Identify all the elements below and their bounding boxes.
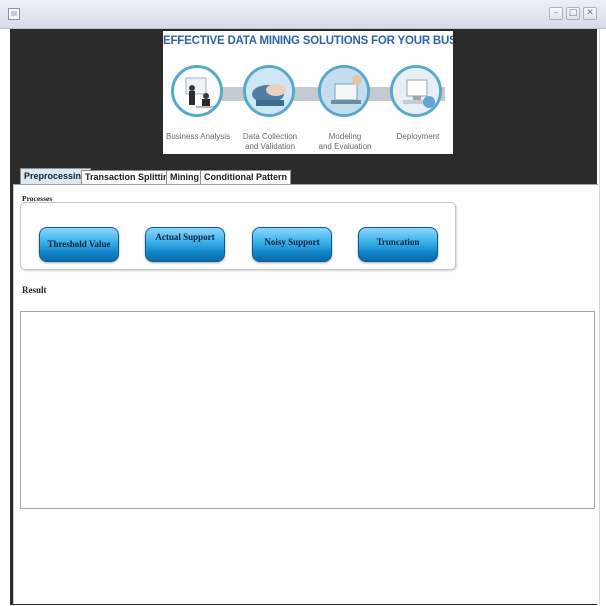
truncation-label: Truncation <box>376 237 420 247</box>
actual-support-label: Actual Support <box>155 232 215 242</box>
data-mining-banner: EFFECTIVE DATA MINING SOLUTIONS FOR YOUR… <box>163 31 453 154</box>
threshold-value-label: Threshold Value <box>47 239 111 249</box>
banner-title: EFFECTIVE DATA MINING SOLUTIONS FOR YOUR… <box>163 35 453 47</box>
stage-label-business-analysis: Business Analysis <box>165 132 231 141</box>
tab-transaction-splitting[interactable]: Transaction Splitting <box>81 170 179 184</box>
tab-conditional-pattern[interactable]: Conditional Pattern <box>200 170 291 184</box>
noisy-support-button[interactable]: Noisy Support <box>252 227 332 262</box>
deployment-icon <box>390 65 442 117</box>
data-collection-icon <box>243 65 295 117</box>
modeling-icon <box>318 65 370 117</box>
actual-support-button[interactable]: Actual Support <box>145 227 225 262</box>
app-window-icon <box>8 8 20 20</box>
tab-preprocessing[interactable]: Preprocessing <box>20 168 91 184</box>
business-analysis-icon <box>171 65 223 117</box>
maximize-icon[interactable]: □ <box>566 7 580 20</box>
close-icon[interactable]: ✕ <box>583 7 597 20</box>
stage-label-modeling: Modeling and Evaluation <box>318 132 372 151</box>
noisy-support-label: Noisy Support <box>264 237 320 247</box>
result-text-area[interactable] <box>20 311 595 509</box>
stage-label-deployment: Deployment <box>396 132 440 141</box>
threshold-value-button[interactable]: Threshold Value <box>39 227 119 262</box>
window-title-bar: – □ ✕ <box>0 0 606 29</box>
truncation-button[interactable]: Truncation <box>358 227 438 262</box>
minimize-icon[interactable]: – <box>549 7 563 20</box>
stage-label-data-collection: Data Collection and Validation <box>242 132 298 151</box>
right-frame-line <box>599 29 600 605</box>
tab-mining[interactable]: Mining <box>166 170 203 184</box>
result-label: Result <box>22 285 47 295</box>
